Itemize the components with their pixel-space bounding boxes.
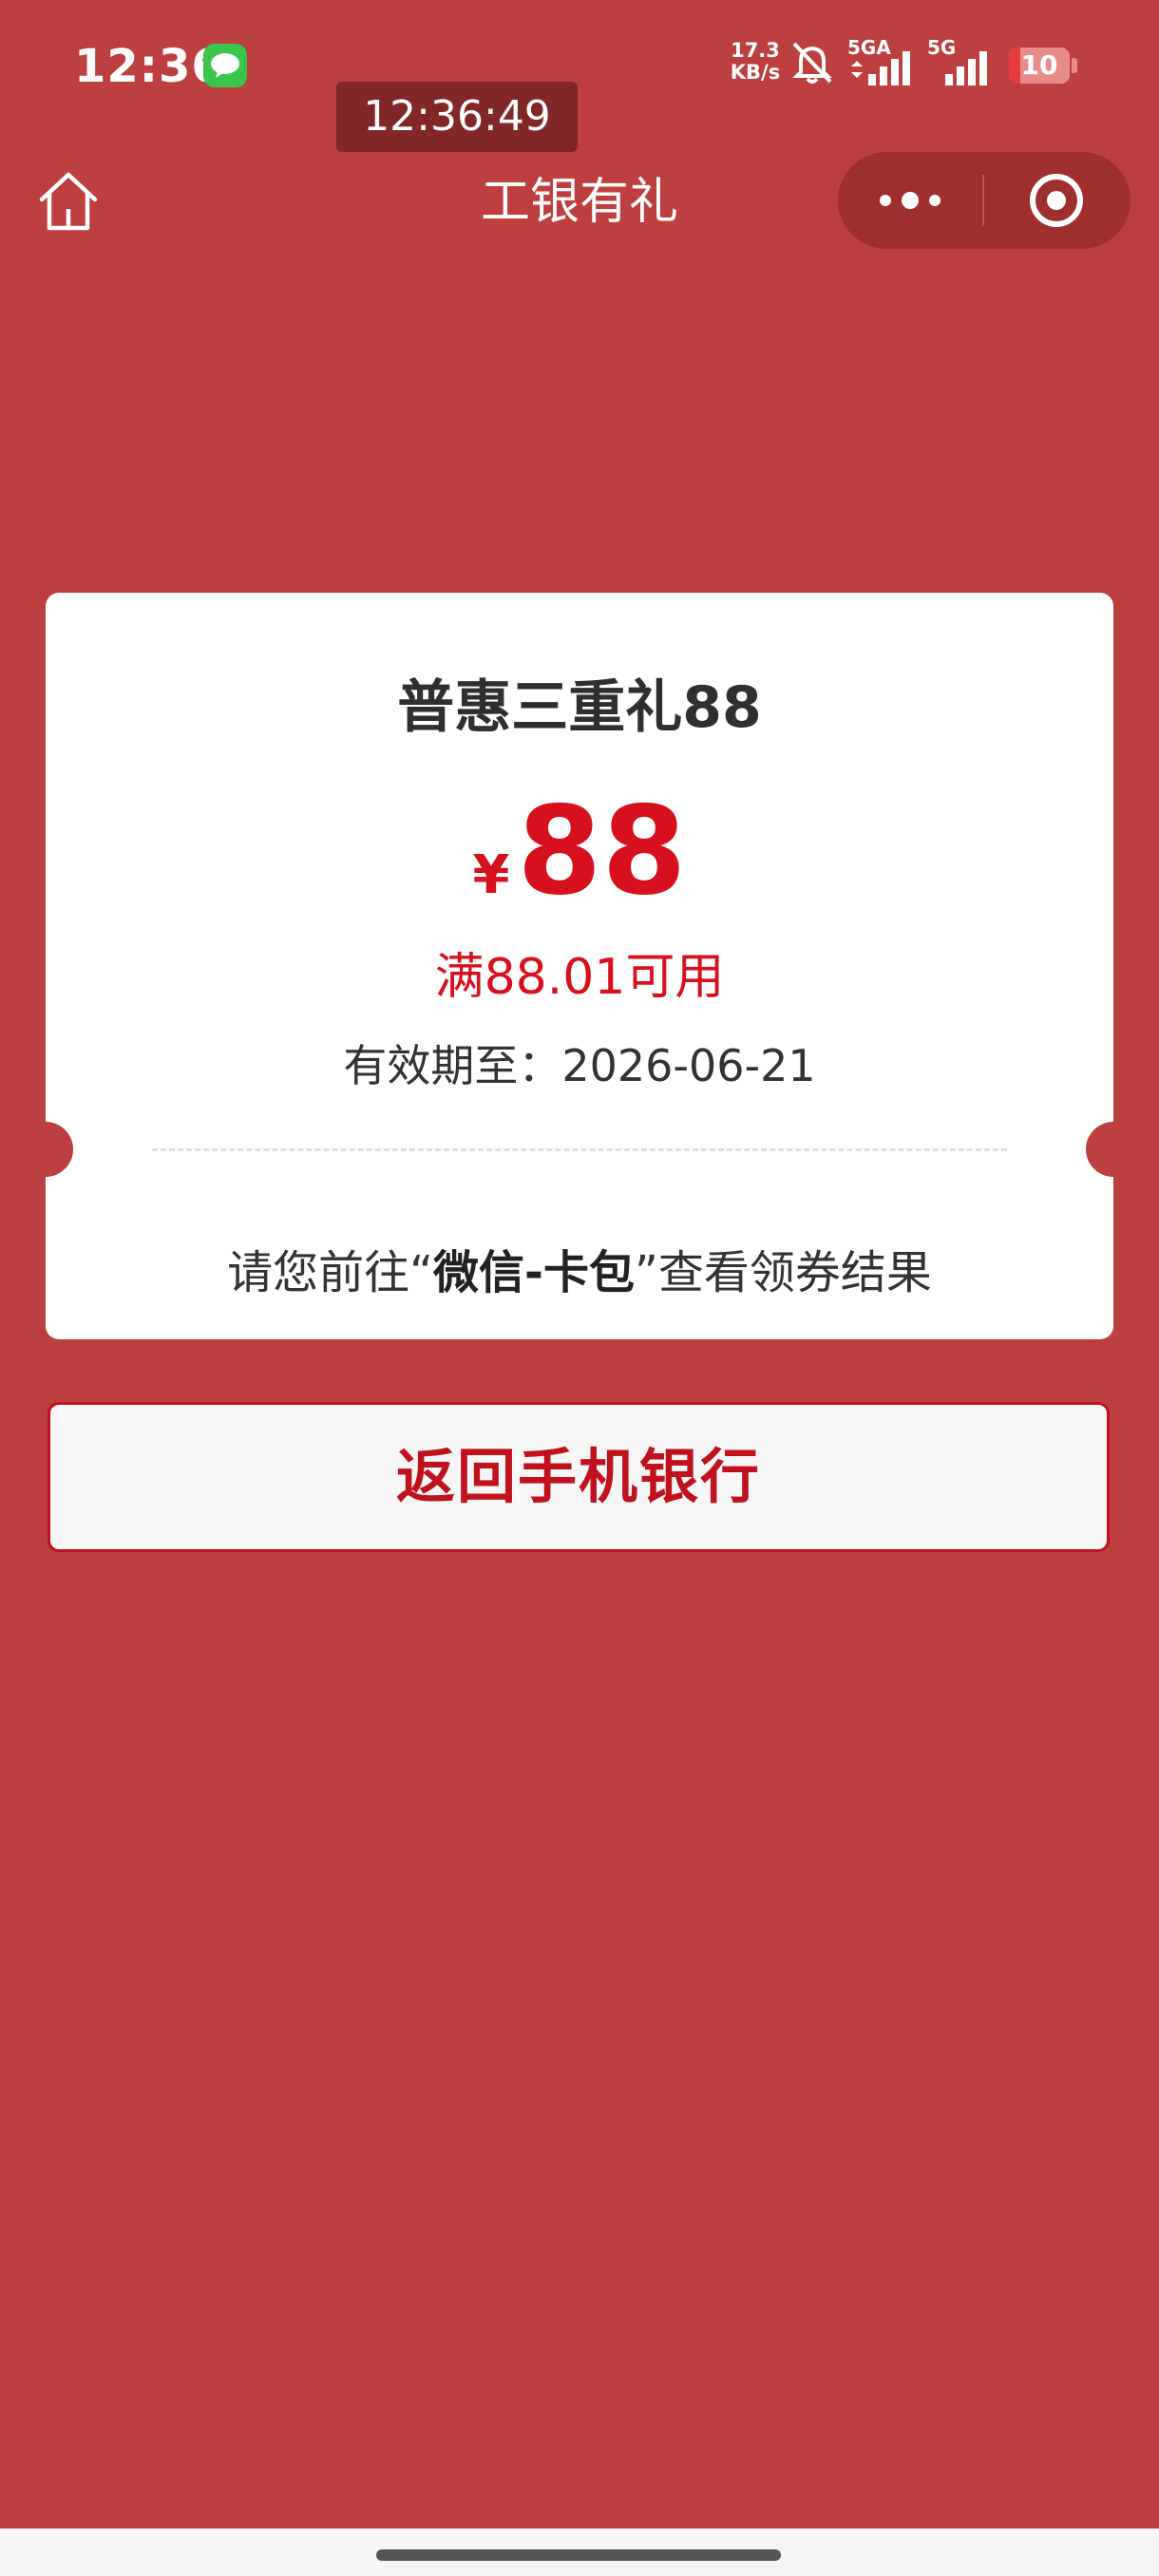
home-indicator[interactable] [376, 2549, 781, 2561]
battery-icon: 10 [1009, 47, 1070, 84]
time-overlay: 12:36:49 [336, 82, 578, 152]
close-button[interactable] [986, 152, 1130, 249]
coupon-amount: 88 [517, 781, 687, 922]
notice-highlight: 微信-卡包 [433, 1246, 635, 1299]
network-speed-value: 17.3 [731, 39, 780, 62]
currency-symbol: ¥ [472, 844, 510, 906]
validity-date: 2026-06-21 [561, 1040, 816, 1091]
ticket-notch-right [1086, 1122, 1141, 1177]
dashed-divider [152, 1148, 1007, 1151]
notice-suffix: ”查看领券结果 [634, 1246, 932, 1299]
mute-icon [787, 40, 838, 89]
return-to-mobile-banking-button[interactable]: 返回手机银行 [48, 1402, 1110, 1552]
close-target-icon [1030, 174, 1083, 227]
signal-icon [847, 38, 920, 91]
status-time: 12:36 [74, 40, 224, 93]
wechat-notification-icon [203, 44, 247, 87]
more-icon [880, 192, 940, 209]
ticket-notch-left [18, 1122, 73, 1177]
more-button[interactable] [838, 152, 982, 249]
network-speed: 17.3 KB/s [722, 40, 788, 84]
validity-label: 有效期至： [343, 1040, 562, 1091]
battery-tip [1072, 58, 1077, 73]
notice-prefix: 请您前往“ [227, 1246, 434, 1299]
notice-text: 请您前往“微信-卡包”查看领券结果 [46, 1235, 1113, 1301]
usage-threshold: 满88.01可用 [434, 949, 725, 1006]
coupon-card: 普惠三重礼88 ¥88 满88.01可用 有效期至：2026-06-21 请您前… [46, 593, 1113, 1339]
home-button[interactable] [36, 169, 101, 234]
mini-program-capsule [838, 152, 1130, 249]
capsule-divider [982, 175, 984, 226]
home-icon [39, 172, 98, 231]
validity-row: 有效期至：2026-06-21 [46, 1032, 1113, 1094]
coupon-title: 普惠三重礼88 [397, 674, 762, 741]
network-speed-unit: KB/s [730, 61, 781, 84]
coupon-amount-row: ¥88 [46, 781, 1113, 922]
battery-level: 10 [1020, 49, 1058, 81]
signal-icon [926, 38, 998, 91]
page-title: 工银有礼 [480, 174, 678, 231]
